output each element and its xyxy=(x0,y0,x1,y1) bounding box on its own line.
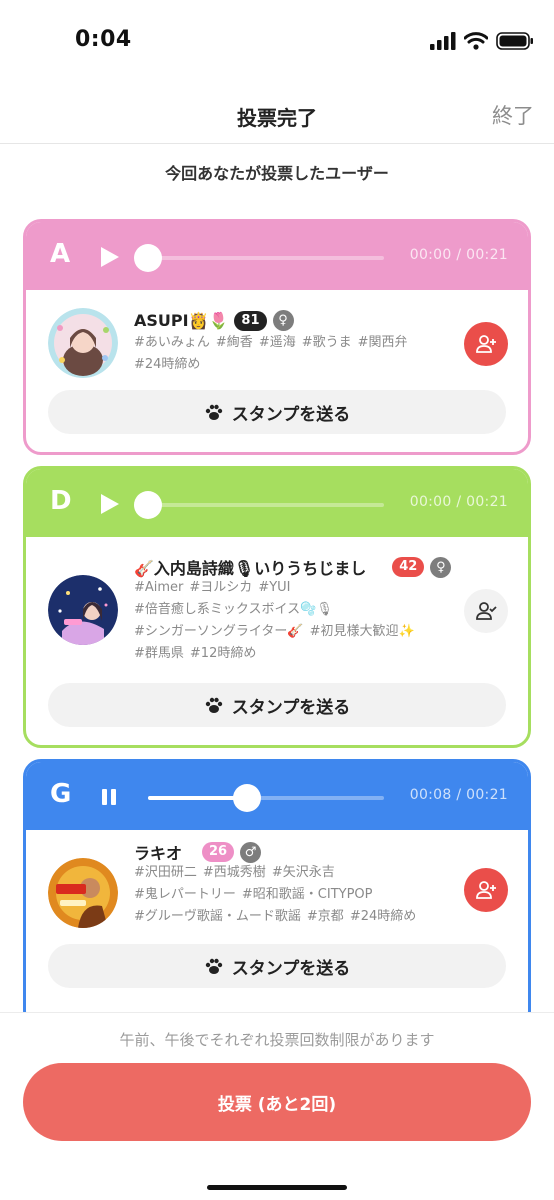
user-name[interactable]: ASUPI👸🌷 xyxy=(134,311,228,330)
entry-letter: G xyxy=(50,779,72,809)
age-badge: 81 xyxy=(234,310,267,331)
user-tag[interactable]: #沢田研二 xyxy=(134,862,197,884)
user-tag[interactable]: #遥海 xyxy=(259,332,296,354)
audio-total-time: 00:21 xyxy=(466,787,508,803)
audio-current-time: 00:00 xyxy=(409,494,452,510)
user-tag[interactable]: #シンガーソングライター🎸 xyxy=(134,621,304,643)
send-stamp-button[interactable]: スタンプを送る xyxy=(48,944,506,988)
audio-player: G 00:08 / 00:21 xyxy=(26,762,528,830)
audio-progress-track[interactable] xyxy=(148,784,384,812)
user-tag[interactable]: #絢香 xyxy=(216,332,253,354)
end-button[interactable]: 終了 xyxy=(492,100,534,130)
user-tag[interactable]: #群馬県 xyxy=(134,643,184,665)
user-tag[interactable]: #鬼レパートリー xyxy=(134,884,236,906)
user-name-row: ラキオ 26 ♂ xyxy=(134,840,262,864)
user-tags: #沢田研二 #西城秀樹 #矢沢永吉 #鬼レパートリー #昭和歌謡・CITYPOP#グルー… xyxy=(134,862,444,928)
section-subtitle: 今回あなたが投票したユーザー xyxy=(165,164,389,183)
user-name-row: 🎸入内島詩織🎙いりうちじまし 42 ♀ xyxy=(134,555,452,579)
send-stamp-label: スタンプを送る xyxy=(231,404,351,425)
age-badge: 42 xyxy=(392,557,425,577)
user-tags: #Aimer #ヨルシカ #YUI#倍音癒し系ミックスボイス🫧🎙#シンガーソングライ… xyxy=(134,577,444,665)
footer: 午前、午後でそれぞれ投票回数制限があります 投票 (あと2回) xyxy=(0,1012,554,1200)
age-badge: 26 xyxy=(202,842,235,862)
user-name[interactable]: 🎸入内島詩織🎙いりうちじまし xyxy=(134,555,366,579)
play-icon[interactable] xyxy=(98,493,120,515)
paw-icon xyxy=(205,697,222,713)
audio-time: 00:08 / 00:21 xyxy=(409,787,508,803)
user-tag[interactable]: #12時締め xyxy=(190,643,256,665)
home-indicator xyxy=(207,1185,347,1190)
user-name-row: ASUPI👸🌷 81 ♀ xyxy=(134,310,294,331)
user-tag[interactable]: #矢沢永吉 xyxy=(272,862,335,884)
male-icon: ♂ xyxy=(240,841,262,863)
audio-time: 00:00 / 00:21 xyxy=(409,494,508,510)
user-tag[interactable]: #歌うま xyxy=(302,332,352,354)
page-title: 投票完了 xyxy=(237,106,317,130)
status-time: 0:04 xyxy=(75,27,132,52)
audio-scrubber-handle[interactable] xyxy=(233,784,262,812)
play-icon[interactable] xyxy=(98,246,120,268)
add-user-icon xyxy=(476,335,496,353)
status-icons xyxy=(430,30,534,52)
audio-current-time: 00:08 xyxy=(409,787,452,803)
user-tag[interactable]: #ヨルシカ xyxy=(189,577,252,599)
voted-user-card: G 00:08 / 00:21 ラキオ 26 ♂ #沢田研二 #西城秀樹 #矢沢永吉… xyxy=(23,759,531,1029)
avatar[interactable] xyxy=(48,858,118,928)
vote-limit-notice: 午前、午後でそれぞれ投票回数制限があります xyxy=(119,1031,435,1049)
vote-button[interactable]: 投票 (あと2回) xyxy=(23,1063,531,1141)
entry-letter: D xyxy=(50,486,72,516)
audio-progress-track[interactable] xyxy=(134,491,384,519)
audio-player: A 00:00 / 00:21 xyxy=(26,222,528,290)
user-tag[interactable]: #Aimer xyxy=(134,577,183,599)
status-bar: 0:04 xyxy=(0,0,554,84)
audio-player: D 00:00 / 00:21 xyxy=(26,469,528,537)
user-tag[interactable]: #京都 xyxy=(307,906,344,928)
avatar[interactable] xyxy=(48,308,118,378)
follow-button[interactable] xyxy=(464,322,508,366)
audio-time: 00:00 / 00:21 xyxy=(409,247,508,263)
user-tag[interactable]: #昭和歌謡・CITYPOP xyxy=(242,884,373,906)
voted-user-card: A 00:00 / 00:21 ASUPI👸🌷 81 ♀ #あいみょん #絢香 #遥… xyxy=(23,219,531,455)
avatar[interactable] xyxy=(48,575,118,645)
send-stamp-label: スタンプを送る xyxy=(231,958,351,979)
paw-icon xyxy=(205,404,222,420)
audio-scrubber-handle[interactable] xyxy=(134,491,162,519)
audio-total-time: 00:21 xyxy=(466,247,508,263)
user-tag[interactable]: #グルーヴ歌謡・ムード歌謡 xyxy=(134,906,301,928)
send-stamp-button[interactable]: スタンプを送る xyxy=(48,683,506,727)
user-tag[interactable]: #あいみょん xyxy=(134,332,210,354)
audio-scrubber-handle[interactable] xyxy=(134,244,162,272)
vote-button-label: 投票 (あと2回) xyxy=(217,1094,337,1115)
voted-user-card: D 00:00 / 00:21 🎸入内島詩織🎙いりうちじまし 42 ♀ #Aim… xyxy=(23,466,531,748)
add-user-icon xyxy=(476,881,496,899)
female-icon: ♀ xyxy=(430,556,452,578)
audio-current-time: 00:00 xyxy=(409,247,452,263)
wifi-icon xyxy=(464,32,488,50)
user-tag[interactable]: #YUI xyxy=(258,577,290,599)
user-tag[interactable]: #初見様大歓迎✨ xyxy=(310,621,415,643)
user-tag[interactable]: #西城秀樹 xyxy=(203,862,266,884)
entry-letter: A xyxy=(50,239,71,269)
audio-total-time: 00:21 xyxy=(466,494,508,510)
user-check-icon xyxy=(476,602,497,620)
user-tags: #あいみょん #絢香 #遥海 #歌うま #関西弁 #24時締め xyxy=(134,332,444,376)
send-stamp-button[interactable]: スタンプを送る xyxy=(48,390,506,434)
following-button[interactable] xyxy=(464,589,508,633)
audio-progress-track[interactable] xyxy=(134,244,384,272)
female-icon: ♀ xyxy=(272,310,294,331)
user-tag[interactable]: #24時締め xyxy=(134,354,200,376)
user-tag[interactable]: #24時締め xyxy=(350,906,416,928)
user-name[interactable]: ラキオ xyxy=(134,840,182,864)
follow-button[interactable] xyxy=(464,868,508,912)
pause-icon[interactable] xyxy=(98,786,120,808)
paw-icon xyxy=(205,958,222,974)
user-tag[interactable]: #関西弁 xyxy=(358,332,408,354)
battery-icon xyxy=(496,32,533,50)
nav-bar: 投票完了 終了 xyxy=(0,84,554,144)
signal-icon xyxy=(430,32,456,50)
send-stamp-label: スタンプを送る xyxy=(231,697,351,718)
user-tag[interactable]: #倍音癒し系ミックスボイス🫧🎙 xyxy=(134,599,333,621)
